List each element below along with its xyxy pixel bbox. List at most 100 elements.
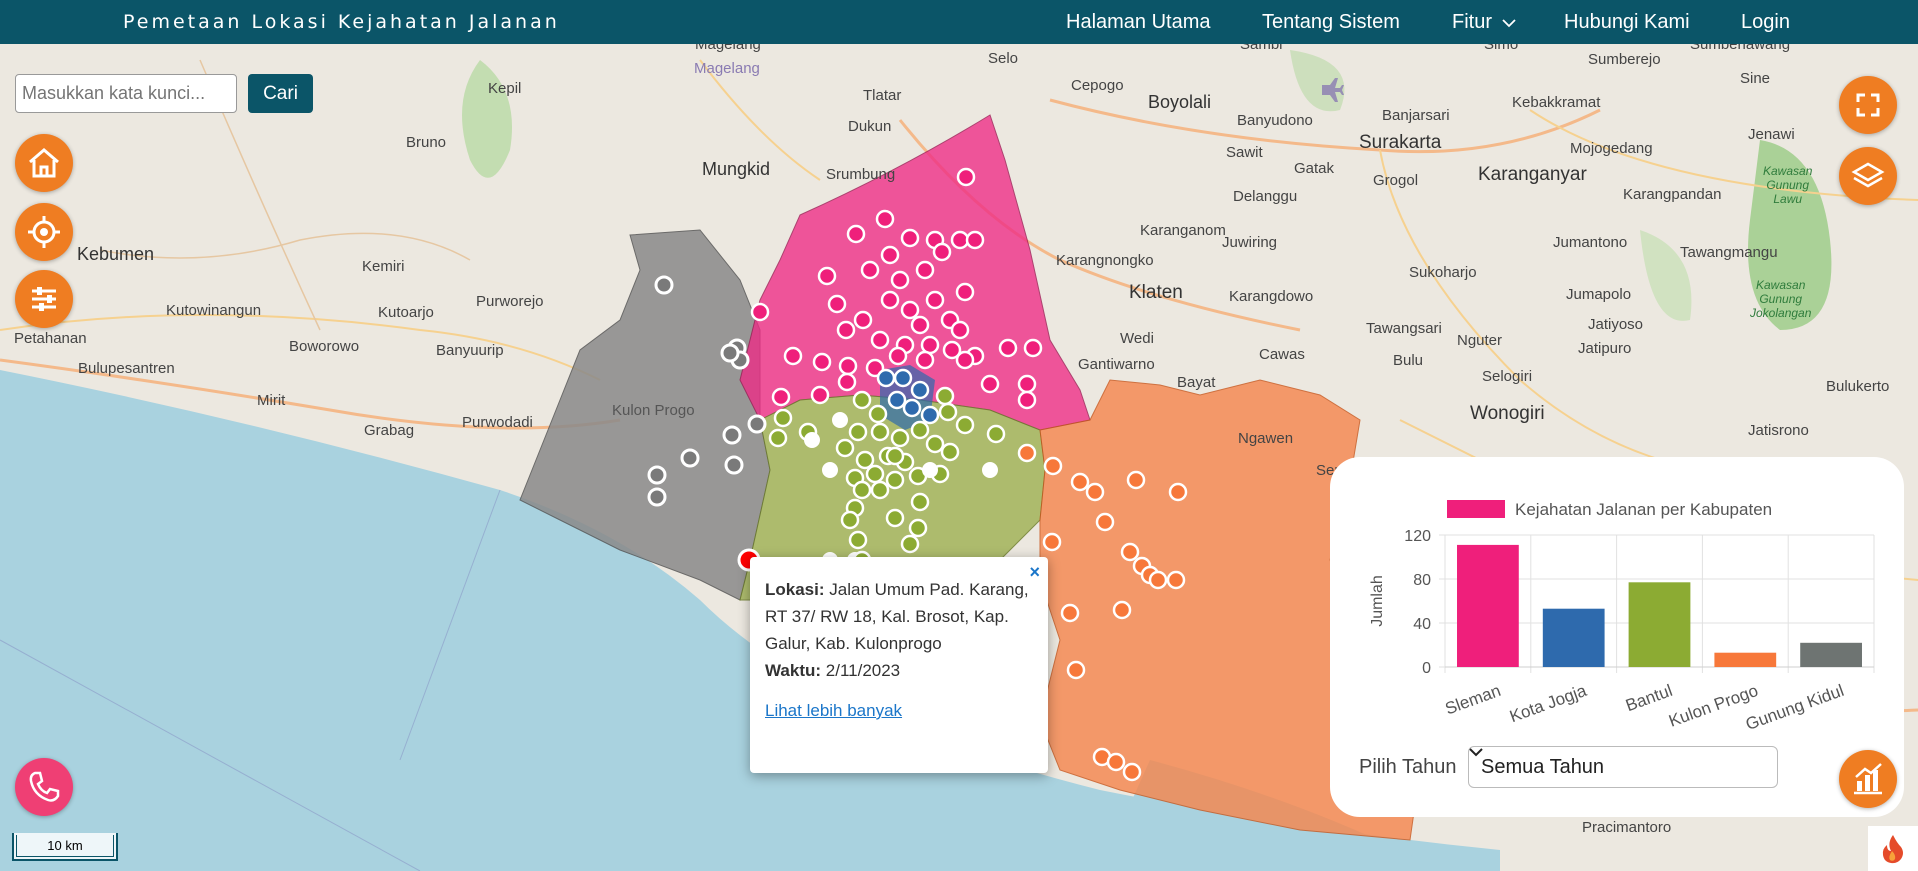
nav-tentang-sistem[interactable]: Tentang Sistem	[1262, 11, 1400, 34]
popup-more-link[interactable]: Lihat lebih banyak	[765, 697, 1033, 724]
place-label: Tlatar	[863, 87, 902, 104]
nav-login[interactable]: Login	[1741, 11, 1790, 34]
place-label: Klaten	[1129, 282, 1183, 303]
fullscreen-button[interactable]	[1839, 76, 1897, 134]
place-label: Sumberlawang	[1690, 44, 1791, 53]
navbar: Pemetaan Lokasi Kejahatan Jalanan Halama…	[0, 0, 1918, 44]
phone-button[interactable]	[15, 758, 73, 816]
place-label: Kebumen	[77, 244, 155, 264]
nav-hubungi-kami[interactable]: Hubungi Kami	[1564, 11, 1690, 34]
popup-waktu-label: Waktu:	[765, 661, 822, 680]
home-icon	[29, 148, 59, 178]
place-label: Kutowinangun	[166, 302, 262, 319]
legend-swatch	[1447, 500, 1505, 518]
fullscreen-icon	[1856, 93, 1880, 117]
popup-waktu: Waktu: 2/11/2023	[765, 657, 1033, 684]
place-label: Sukoharjo	[1409, 264, 1477, 281]
brand-title[interactable]: Pemetaan Lokasi Kejahatan Jalanan	[123, 11, 560, 33]
home-button[interactable]	[15, 134, 73, 192]
place-label: Selo	[988, 50, 1019, 67]
bar-sleman	[1457, 544, 1519, 667]
y-tick-label: 80	[1413, 572, 1431, 589]
place-label: Bayat	[1177, 374, 1216, 391]
place-label: Kebakkramat	[1512, 94, 1601, 111]
fire-icon	[1882, 834, 1903, 863]
place-label: Sine	[1740, 70, 1771, 87]
place-label: Pracimantoro	[1582, 819, 1672, 836]
place-label: Jatisrono	[1748, 422, 1809, 439]
y-axis-label: Jumlah	[1369, 575, 1386, 627]
year-select[interactable]: Semua Tahun	[1468, 746, 1778, 788]
place-label: Mirit	[257, 392, 286, 409]
place-label: Juwiring	[1222, 234, 1278, 251]
place-label: Banyudono	[1237, 112, 1313, 129]
layers-button[interactable]	[1839, 147, 1897, 205]
legend-label: Kejahatan Jalanan per Kabupaten	[1515, 500, 1772, 519]
place-label: Karanganom	[1140, 222, 1226, 239]
place-label: Wonogiri	[1470, 403, 1545, 424]
popup-lokasi: Lokasi: Jalan Umum Pad. Karang, RT 37/ R…	[765, 576, 1033, 657]
place-label: Bruno	[406, 134, 447, 151]
bar-kota-jogja	[1542, 608, 1605, 667]
place-label: Cepogo	[1071, 77, 1124, 94]
popup-lokasi-label: Lokasi:	[765, 580, 825, 599]
place-label: Karangnongko	[1056, 252, 1154, 269]
place-label: Sawit	[1226, 144, 1263, 161]
x-tick-label: Sleman	[1443, 681, 1504, 719]
place-label: Purworejo	[476, 293, 544, 310]
y-tick-label: 0	[1422, 660, 1431, 677]
filter-button[interactable]	[15, 270, 73, 328]
place-label: Dukun	[848, 118, 892, 135]
place-label: Banyuurip	[436, 342, 504, 359]
chevron-down-icon	[1501, 19, 1516, 27]
place-label: Mojogedang	[1570, 140, 1653, 157]
place-label: Ngawen	[1238, 430, 1294, 447]
chart-toggle-button[interactable]	[1839, 750, 1897, 808]
place-label: Sumberejo	[1588, 51, 1661, 68]
nav-fitur[interactable]: Fitur	[1452, 11, 1516, 34]
place-label: Purwodadi	[462, 414, 533, 431]
scale-bar: 10 km	[12, 833, 118, 861]
x-tick-label: Bantul	[1623, 681, 1675, 715]
place-label: Jenawi	[1748, 126, 1795, 143]
popup-close-button[interactable]: ×	[1029, 559, 1040, 586]
phone-icon	[29, 771, 60, 802]
place-label: Boyolali	[1148, 92, 1212, 112]
place-label: Petahanan	[14, 330, 87, 347]
place-label: Grogol	[1373, 172, 1419, 189]
place-label: Simo	[1484, 44, 1519, 53]
year-select-value: Semua Tahun	[1481, 755, 1605, 778]
place-label: Surakarta	[1359, 132, 1442, 153]
place-label: Selogiri	[1482, 368, 1533, 385]
search-input[interactable]	[15, 74, 237, 113]
nav-halaman-utama[interactable]: Halaman Utama	[1066, 11, 1211, 34]
place-label: Magelang	[695, 44, 761, 53]
place-label: Kemiri	[362, 258, 405, 275]
layers-icon	[1851, 162, 1885, 188]
place-label: Boworowo	[289, 338, 360, 355]
place-label: Bulukerto	[1826, 378, 1890, 395]
x-tick-label: Kota Jogja	[1507, 681, 1590, 727]
place-label: Kawasan Gunung Lawu	[1763, 164, 1813, 206]
bar-kulon-progo	[1714, 652, 1777, 667]
x-tick-label: Gunung Kidul	[1743, 681, 1846, 734]
locate-button[interactable]	[15, 203, 73, 261]
place-label: Gantiwarno	[1078, 356, 1155, 373]
place-label: Grabag	[364, 422, 415, 439]
place-label: Tawangmangu	[1680, 244, 1778, 261]
nav-fitur-label: Fitur	[1452, 11, 1492, 33]
place-label: Wedi	[1120, 330, 1154, 347]
chart-panel: Kejahatan Jalanan per Kabupaten 0 40 80 120 S…	[1330, 457, 1904, 817]
place-label: Delanggu	[1233, 188, 1298, 205]
place-label: Gatak	[1294, 160, 1335, 177]
place-label: Karangdowo	[1229, 288, 1314, 305]
place-label: Tawangsari	[1366, 320, 1442, 337]
place-label: Kepil	[488, 80, 522, 97]
location-popup: × Lokasi: Jalan Umum Pad. Karang, RT 37/…	[750, 557, 1048, 773]
place-label: Jatiyoso	[1588, 316, 1644, 333]
fire-icon-box[interactable]	[1868, 826, 1918, 871]
place-label: Bulu	[1393, 352, 1424, 369]
search-button[interactable]: Cari	[248, 74, 313, 113]
place-label: Banjarsari	[1382, 107, 1450, 124]
popup-waktu-value: 2/11/2023	[825, 661, 901, 680]
